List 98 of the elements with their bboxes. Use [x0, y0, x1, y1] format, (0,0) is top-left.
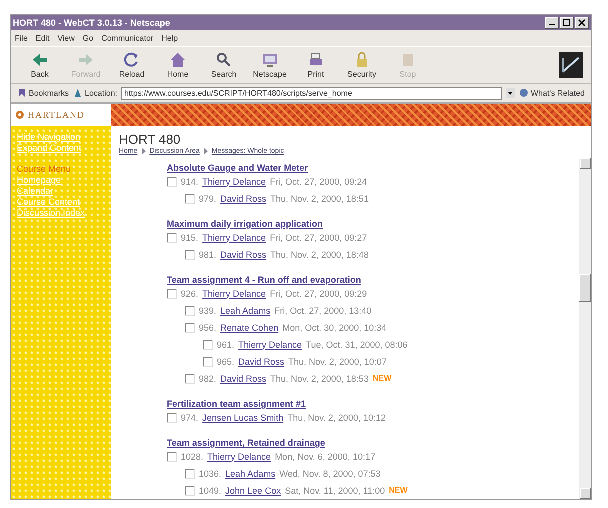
message-date: Fri, Oct. 27, 2000, 09:24: [270, 176, 368, 186]
message-number: 939.: [199, 306, 217, 316]
author-link[interactable]: Thierry Delance: [202, 288, 266, 298]
house-icon: [169, 51, 187, 69]
checkbox[interactable]: [167, 176, 177, 186]
toolbar-button[interactable]: Security: [341, 51, 383, 79]
page-title: HORT 480: [119, 132, 182, 147]
menu-item[interactable]: Help: [162, 34, 178, 42]
checkbox[interactable]: [185, 374, 195, 384]
checkbox[interactable]: [185, 250, 195, 260]
bookmarks-button[interactable]: Bookmarks: [29, 88, 70, 98]
logo-text: HARTLAND: [28, 110, 85, 120]
message-date: Thu, Nov. 2, 2000, 10:12: [288, 412, 386, 422]
message-date: Mon, Nov. 6, 2000, 10:17: [275, 452, 376, 462]
checkbox[interactable]: [167, 288, 177, 298]
dropdown-icon[interactable]: [506, 88, 515, 98]
message-number: 974.: [181, 412, 199, 422]
toolbar-button[interactable]: Netscape: [249, 51, 291, 79]
menu-title: Course Menu: [17, 164, 72, 174]
related-button[interactable]: What's Related: [531, 88, 585, 98]
author-link[interactable]: Leah Adams: [226, 468, 276, 478]
message-date: Thu, Nov. 2, 2000, 18:48: [270, 250, 369, 260]
message-number: 1028.: [181, 452, 204, 462]
message-number: 982.: [199, 374, 217, 384]
checkbox[interactable]: [185, 306, 195, 316]
message-number: 961.: [217, 340, 235, 350]
message-date: Mon, Oct. 30, 2000, 10:34: [282, 322, 387, 332]
checkbox[interactable]: [185, 468, 195, 478]
message-number: 926.: [181, 288, 199, 298]
checkbox[interactable]: [185, 194, 195, 204]
topic-link[interactable]: Team assignment, Retained drainage: [167, 438, 571, 448]
toolbar-button[interactable]: Back: [19, 51, 61, 79]
menu-item[interactable]: Communicator: [102, 34, 154, 42]
author-link[interactable]: David Ross: [238, 356, 285, 366]
checkbox[interactable]: [203, 356, 213, 366]
message-date: Fri, Oct. 27, 2000, 09:29: [270, 288, 368, 298]
topic-link[interactable]: Fertilization team assignment #1: [167, 399, 571, 409]
menu-item[interactable]: View: [58, 34, 75, 42]
message-number: 956.: [199, 322, 217, 332]
checkbox[interactable]: [185, 486, 195, 496]
throbber-icon: [559, 52, 583, 78]
author-link[interactable]: Thierry Delance: [208, 452, 272, 462]
toolbar-button[interactable]: Search: [203, 51, 245, 79]
message-date: Fri, Oct. 27, 2000, 13:40: [274, 306, 372, 316]
left-arrow-icon: [31, 51, 49, 69]
author-link[interactable]: David Ross: [220, 250, 267, 260]
window-title: HORT 480 - WebCT 3.0.13 - Netscape: [13, 18, 172, 28]
scrollbar[interactable]: [579, 158, 591, 499]
checkbox[interactable]: [185, 322, 195, 332]
message-number: 915.: [181, 232, 199, 242]
message-number: 1049.: [199, 486, 222, 496]
author-link[interactable]: David Ross: [220, 374, 267, 384]
message-number: 979.: [199, 194, 217, 204]
message-date: Thu, Nov. 2, 2000, 18:51: [270, 194, 369, 204]
maximize-icon[interactable]: [563, 18, 571, 26]
checkbox[interactable]: [203, 340, 213, 350]
author-link[interactable]: John Lee Cox: [226, 486, 282, 496]
toolbar-button[interactable]: Reload: [111, 51, 153, 79]
monitor-icon: [261, 51, 279, 69]
checkbox[interactable]: [167, 232, 177, 242]
right-arrow-icon: [77, 51, 95, 69]
checkbox[interactable]: [167, 452, 177, 462]
new-label: NEW: [372, 374, 392, 383]
chevron-icon: [142, 148, 146, 155]
menu-item[interactable]: File: [15, 34, 28, 42]
message-date: Wed, Nov. 8, 2000, 07:53: [280, 468, 381, 478]
message-date: Fri, Oct. 27, 2000, 09:27: [270, 232, 368, 242]
topic-link[interactable]: Team assignment 4 - Run off and evaporation: [167, 275, 571, 285]
menu-item[interactable]: Edit: [36, 34, 50, 42]
bookmark-icon: [17, 88, 27, 98]
message-date: Thu, Nov. 2, 2000, 18:53: [270, 374, 369, 384]
message-number: 981.: [199, 250, 217, 260]
location-label: Location:: [85, 88, 118, 98]
message-number: 914.: [181, 176, 199, 186]
toolbar-button[interactable]: Print: [295, 51, 337, 79]
topic-link[interactable]: Maximum daily irrigation application: [167, 219, 571, 229]
author-link[interactable]: Thierry Delance: [202, 232, 266, 242]
message-number: 1036.: [199, 468, 222, 478]
topic-link[interactable]: Absolute Gauge and Water Meter: [167, 163, 571, 173]
message-date: Thu, Nov. 2, 2000, 10:07: [288, 356, 387, 366]
author-link[interactable]: Leah Adams: [220, 306, 271, 316]
new-label: NEW: [389, 486, 408, 495]
close-icon[interactable]: [578, 18, 586, 26]
author-link[interactable]: David Ross: [220, 194, 267, 204]
checkbox[interactable]: [167, 412, 177, 422]
search-icon: [215, 51, 233, 69]
menu-item[interactable]: Go: [82, 34, 94, 42]
message-date: Sat, Nov. 11, 2000, 11:00: [285, 486, 386, 496]
chevron-icon: [204, 148, 208, 155]
url-field[interactable]: https://www.courses.edu/SCRIPT/HORT480/scripts/serve_home: [121, 86, 502, 100]
author-link[interactable]: Jensen Lucas Smith: [202, 412, 284, 422]
author-link[interactable]: Thierry Delance: [202, 176, 266, 186]
author-link[interactable]: Thierry Delance: [238, 340, 302, 350]
author-link[interactable]: Renate Cohen: [220, 322, 279, 332]
reload-icon: [123, 51, 141, 69]
message-number: 965.: [217, 356, 235, 366]
message-date: Tue, Oct. 31, 2000, 08:06: [306, 340, 408, 350]
toolbar-button[interactable]: Home: [157, 51, 199, 79]
